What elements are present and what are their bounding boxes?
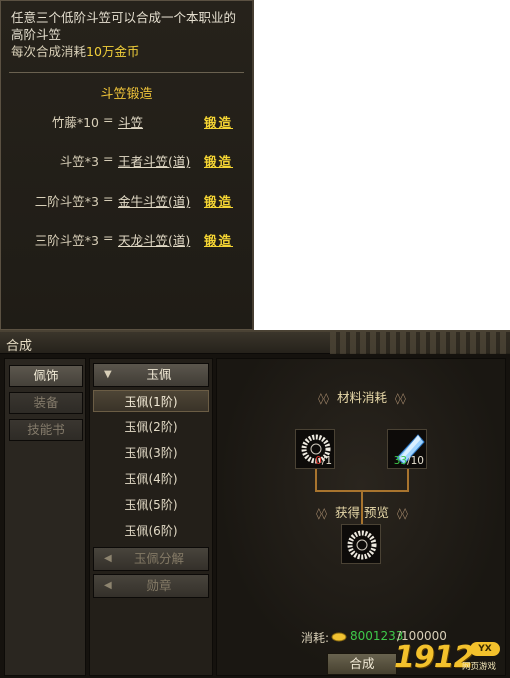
window-title: 合成: [6, 339, 33, 354]
preview-title-text: 获得 预览: [335, 505, 389, 520]
ornament-icon: ◊◊: [396, 507, 408, 520]
recipe-output[interactable]: 王者斗笠(道): [118, 151, 190, 170]
title-ornament: [330, 332, 510, 354]
list-item[interactable]: 玉佩(5阶): [93, 494, 209, 516]
category-list: 佩饰 装备 技能书: [4, 358, 86, 676]
category-tab-accessory[interactable]: 佩饰: [9, 365, 83, 387]
connector-line: [407, 469, 409, 491]
divider: [9, 72, 244, 73]
group-header-label: 玉佩分解: [133, 551, 184, 566]
craft-button[interactable]: 合成: [327, 653, 397, 675]
preview-title: ◊◊ 获得 预览 ◊◊: [217, 502, 507, 521]
category-tab-equipment[interactable]: 装备: [9, 392, 83, 414]
material-slot[interactable]: 0/1: [295, 429, 335, 469]
group-header-label: 玉佩: [146, 367, 172, 382]
group-header-label: 勋章: [146, 578, 172, 593]
recipe-input: 竹藤*10: [51, 115, 99, 130]
tooltip-description: 任意三个低阶斗笠可以合成一个本职业的高阶斗笠: [11, 10, 237, 42]
item-list: ▼ 玉佩 玉佩(1阶) 玉佩(2阶) 玉佩(3阶) 玉佩(4阶) 玉佩(5阶) …: [89, 358, 213, 676]
tooltip-cost-prefix: 每次合成消耗: [11, 44, 87, 59]
recipe-row: 三阶斗笠*3 = 天龙斗笠(道) 锻造: [1, 230, 255, 250]
tooltip-cost: 每次合成消耗10万金币: [11, 43, 242, 60]
material-count: 0/1: [315, 455, 332, 467]
recipe-output[interactable]: 天龙斗笠(道): [118, 230, 190, 249]
recipe-output[interactable]: 金牛斗笠(道): [118, 191, 190, 210]
group-header-medal[interactable]: ◀ 勋章: [93, 574, 209, 598]
group-header-jade[interactable]: ▼ 玉佩: [93, 363, 209, 387]
category-tab-skillbook[interactable]: 技能书: [9, 419, 83, 441]
recipe-equals: =: [103, 230, 114, 245]
material-count: 33/10: [393, 455, 424, 467]
logo-subtitle: 网页游戏: [462, 662, 497, 672]
materials-title-text: 材料消耗: [336, 390, 387, 405]
list-item[interactable]: 玉佩(4阶): [93, 468, 209, 490]
recipe-row: 斗笠*3 = 王者斗笠(道) 锻造: [1, 151, 255, 171]
result-slot[interactable]: [341, 524, 381, 564]
synthesis-window: 合成 佩饰 装备 技能书 ▼ 玉佩 玉佩(1阶) 玉佩(2阶) 玉佩(3阶) 玉…: [0, 330, 510, 678]
gold-coin-icon: [331, 632, 347, 642]
connector-line: [315, 469, 317, 491]
material-slot[interactable]: 33/10: [387, 429, 427, 469]
synthesis-panel: ◊◊ 材料消耗 ◊◊ 0/1 33/10 ◊◊ 获得 预览 ◊◊ 消耗: 800…: [216, 358, 506, 676]
recipe-tooltip: 任意三个低阶斗笠可以合成一个本职业的高阶斗笠 每次合成消耗10万金币 斗笠锻造 …: [0, 0, 254, 330]
recipe-equals: =: [103, 191, 114, 206]
window-title-bar[interactable]: 合成: [0, 332, 510, 354]
ornament-icon: ◊◊: [316, 507, 327, 520]
recipe-output[interactable]: 斗笠: [118, 112, 143, 131]
materials-title: ◊◊ 材料消耗 ◊◊: [217, 387, 507, 406]
group-header-jade-decompose[interactable]: ◀ 玉佩分解: [93, 547, 209, 571]
tooltip-cost-value: 10万金币: [86, 44, 140, 59]
ornament-icon: ◊◊: [395, 392, 406, 405]
recipe-input: 斗笠*3: [59, 154, 99, 169]
logo-badge: YX: [470, 642, 500, 656]
recipe-input: 二阶斗笠*3: [34, 194, 99, 209]
tooltip-section-title: 斗笠锻造: [100, 87, 153, 102]
recipe-input: 三阶斗笠*3: [34, 233, 99, 248]
cost-label: 消耗:: [301, 631, 330, 645]
recipe-equals: =: [103, 151, 114, 166]
list-item[interactable]: 玉佩(6阶): [93, 520, 209, 542]
list-item[interactable]: 玉佩(2阶): [93, 416, 209, 438]
recipe-equals: =: [103, 112, 114, 127]
jade-ring-icon: [347, 530, 377, 560]
forge-link[interactable]: 锻造: [204, 112, 233, 131]
recipe-row: 竹藤*10 = 斗笠 锻造: [1, 112, 255, 132]
ornament-icon: ◊◊: [318, 392, 329, 405]
forge-link[interactable]: 锻造: [204, 191, 233, 210]
forge-link[interactable]: 锻造: [204, 230, 233, 249]
forge-link[interactable]: 锻造: [204, 151, 233, 170]
tooltip-header: 任意三个低阶斗笠可以合成一个本职业的高阶斗笠 每次合成消耗10万金币: [1, 1, 252, 60]
site-logo: 1912 YX 网页游戏: [394, 640, 506, 676]
list-item[interactable]: 玉佩(1阶): [93, 390, 209, 412]
list-item[interactable]: 玉佩(3阶): [93, 442, 209, 464]
recipe-row: 二阶斗笠*3 = 金牛斗笠(道) 锻造: [1, 191, 255, 211]
